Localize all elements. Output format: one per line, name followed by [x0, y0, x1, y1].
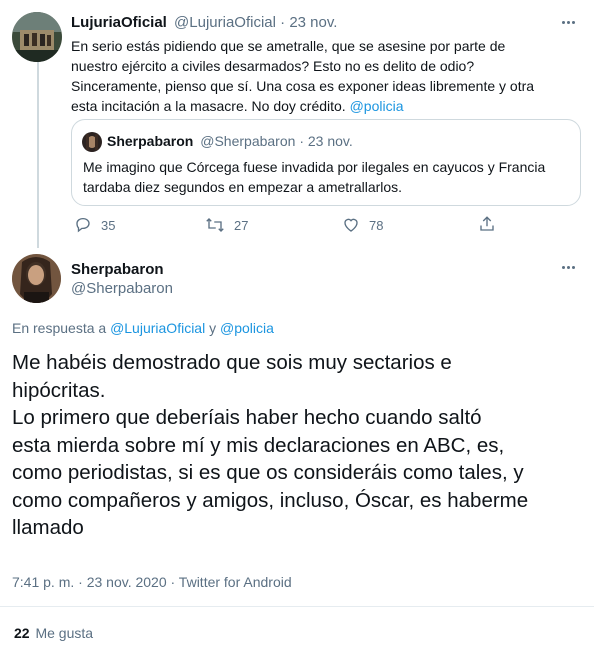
main-text-line: esta mierda sobre mí y mis declaraciones… — [12, 433, 505, 457]
reply-count: 35 — [101, 217, 116, 233]
parent-text-line: esta incitación a la masacre. No doy cré… — [71, 98, 346, 114]
parent-mention-policia[interactable]: @policia — [350, 98, 404, 114]
stats-divider — [0, 606, 594, 607]
share-button[interactable] — [478, 215, 496, 233]
main-handle[interactable]: @Sherpabaron — [71, 280, 173, 297]
thread-connector-line — [37, 62, 39, 248]
quoted-date: 23 nov. — [307, 133, 353, 149]
quoted-text-line: tardaba diez segundos en empezar a ametr… — [83, 179, 403, 195]
quoted-text-line: Me imagino que Córcega fuese invadida po… — [83, 159, 546, 175]
parent-more-icon[interactable] — [562, 21, 575, 24]
main-text-line: hipócritas. — [12, 378, 106, 402]
parent-separator: · — [280, 14, 286, 31]
parent-text-line: En serio estás pidiendo que se ametralle… — [71, 38, 506, 54]
parent-tweet-text: En serio estás pidiendo que se ametralle… — [71, 36, 571, 116]
main-text-line: como compañeros y amigos, incluso, Óscar… — [12, 488, 529, 512]
retweet-button[interactable]: 27 — [205, 216, 248, 234]
main-text-line: como periodistas, si es que os considerá… — [12, 461, 524, 484]
like-button[interactable]: 78 — [342, 216, 383, 234]
parent-date[interactable]: 23 nov. — [289, 14, 337, 31]
main-text-line: Lo primero que deberíais haber hecho cua… — [12, 406, 482, 429]
main-tweet-text: Me habéis demostrado que sois muy sectar… — [12, 349, 587, 542]
likes-count: 22 — [14, 625, 30, 641]
reply-mention-lujuria[interactable]: @LujuriaOficial — [110, 320, 205, 336]
main-text-line: Me habéis demostrado que sois muy sectar… — [12, 351, 452, 374]
reply-button[interactable]: 35 — [74, 216, 115, 234]
main-text-line: llamado — [12, 516, 84, 539]
quoted-tweet-card[interactable]: Sherpabaron @Sherpabaron · 23 nov. Me im… — [71, 119, 581, 206]
quoted-separator: · — [299, 133, 304, 149]
main-more-icon[interactable] — [562, 266, 575, 269]
likes-stat[interactable]: 22 Me gusta — [14, 625, 93, 641]
likes-label: Me gusta — [35, 625, 94, 641]
retweet-count: 27 — [234, 217, 249, 233]
parent-text-line: nuestro ejército a civiles desarmados? E… — [71, 58, 475, 74]
parent-text-line: Sinceramente, pienso que sí. Una cosa es… — [71, 78, 535, 94]
quoted-avatar — [82, 132, 102, 152]
parent-handle[interactable]: @LujuriaOficial — [174, 14, 276, 31]
reply-prefix: En respuesta a — [12, 320, 107, 336]
sherpabaron-avatar[interactable] — [12, 254, 61, 303]
tweet-timestamp[interactable]: 7:41 p. m. · 23 nov. 2020 · Twitter for … — [12, 574, 292, 590]
reply-mention-policia[interactable]: @policia — [220, 320, 274, 336]
reply-and: y — [209, 320, 217, 336]
reply-context: En respuesta a @LujuriaOficial y @polici… — [12, 320, 274, 336]
reply-icon — [76, 217, 90, 233]
parent-display-name[interactable]: LujuriaOficial — [71, 14, 167, 31]
like-icon — [344, 218, 358, 232]
main-display-name[interactable]: Sherpabaron — [71, 261, 164, 278]
quoted-handle: @Sherpabaron — [200, 133, 296, 149]
quoted-display-name: Sherpabaron — [107, 133, 194, 149]
share-icon — [480, 216, 494, 231]
like-count: 78 — [369, 217, 384, 233]
retweet-icon — [206, 218, 224, 232]
lujuria-avatar[interactable] — [12, 12, 62, 62]
quoted-tweet-text: Me imagino que Córcega fuese invadida po… — [83, 157, 573, 197]
